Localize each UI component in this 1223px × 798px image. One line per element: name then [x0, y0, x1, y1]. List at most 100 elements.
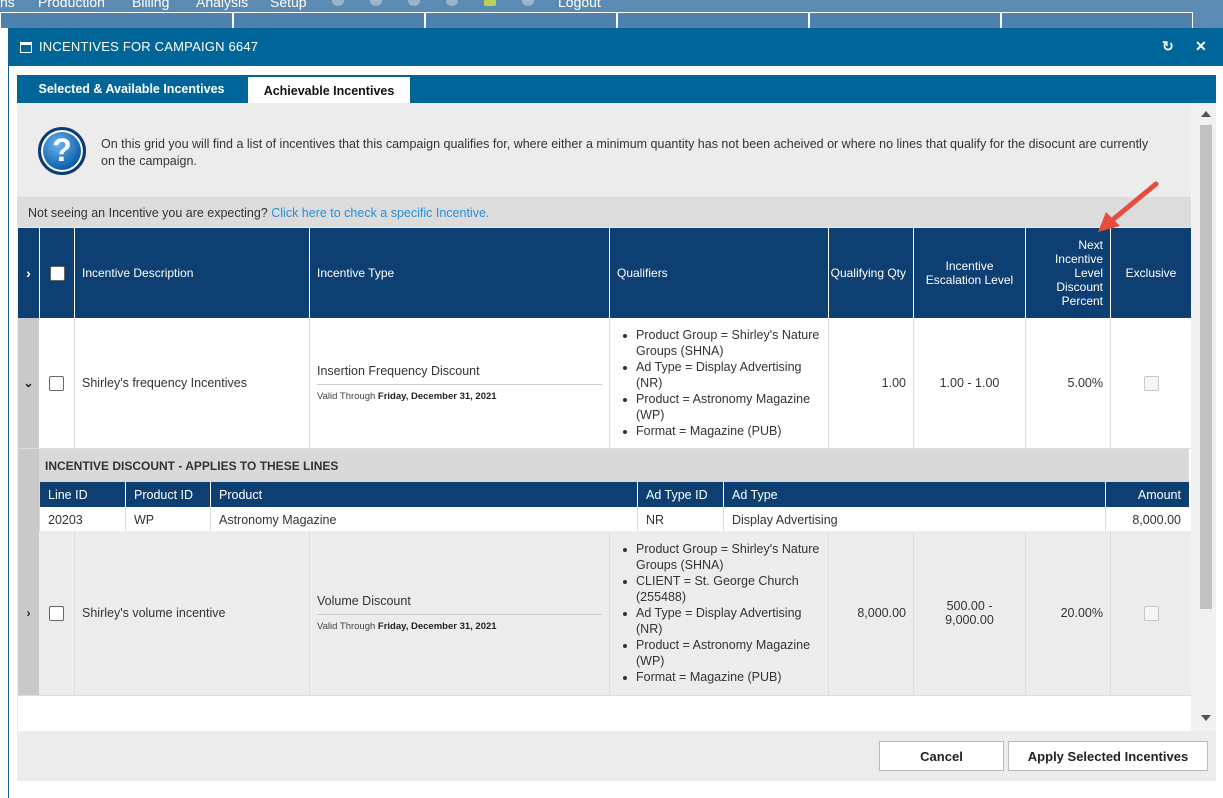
incentive-type-cell: Volume Discount Valid Through Friday, De…	[309, 531, 609, 695]
notes-icon[interactable]	[484, 0, 496, 6]
header-escalation-level[interactable]: Incentive Escalation Level	[913, 228, 1025, 318]
qualifier-item: Format = Magazine (PUB)	[616, 423, 828, 439]
expand-row-icon[interactable]: ›	[18, 531, 39, 695]
qualifiers-cell: Product Group = Shirley's Nature Groups …	[609, 531, 828, 695]
vertical-scrollbar[interactable]	[1191, 103, 1216, 731]
dialog-title: INCENTIVES FOR CAMPAIGN 6647	[39, 39, 259, 54]
qualifiers-cell: Product Group = Shirley's Nature Groups …	[609, 318, 828, 448]
nav-item-billing[interactable]: Billing	[132, 0, 169, 10]
nav-cell	[0, 12, 233, 28]
header-exclusive[interactable]: Exclusive	[1110, 228, 1191, 318]
app-icon[interactable]	[408, 0, 420, 6]
qualifier-item: Product = Astronomy Magazine (WP)	[616, 391, 828, 423]
qualifier-item: Format = Magazine (PUB)	[616, 669, 828, 685]
nav-cell	[1001, 12, 1193, 28]
chat-icon[interactable]	[446, 0, 458, 6]
valid-through-date: Friday, December 31, 2021	[377, 621, 497, 632]
line-id: 20203	[48, 513, 83, 527]
next-discount: 5.00%	[1025, 318, 1110, 448]
next-discount: 20.00%	[1025, 531, 1110, 695]
qualifier-item: Product Group = Shirley's Nature Groups …	[616, 541, 828, 573]
header-description[interactable]: Incentive Description	[74, 228, 309, 318]
incentive-type-cell: Insertion Frequency Discount Valid Throu…	[309, 318, 609, 448]
incentives-grid: › Incentive Description Incentive Type Q…	[18, 228, 1191, 731]
sub-header-ad-type-id[interactable]: Ad Type ID	[637, 482, 723, 507]
sub-header-product[interactable]: Product	[210, 482, 637, 507]
applies-to-lines-panel: INCENTIVE DISCOUNT - APPLIES TO THESE LI…	[39, 449, 1189, 532]
gear-icon[interactable]	[332, 0, 344, 6]
table-row[interactable]: ⌄ Shirley's frequency Incentives Inserti…	[18, 318, 1191, 449]
sub-header-ad-type[interactable]: Ad Type	[723, 482, 1105, 507]
nav-item-logout[interactable]: Logout	[558, 0, 601, 10]
help-icon[interactable]	[370, 0, 382, 6]
qualifier-item: Product Group = Shirley's Nature Groups …	[616, 327, 828, 359]
escalation-level: 1.00 - 1.00	[913, 318, 1025, 448]
qualifier-item: Ad Type = Display Advertising (NR)	[616, 605, 828, 637]
select-all-cell	[39, 228, 74, 318]
amount: 8,000.00	[1105, 507, 1189, 532]
sub-grid-header: Line ID Product ID Product Ad Type ID Ad…	[40, 482, 1189, 507]
header-qualifying-qty[interactable]: Qualifying Qty	[828, 228, 913, 318]
refresh-icon[interactable]: ↻	[1162, 38, 1174, 55]
header-type[interactable]: Incentive Type	[309, 228, 609, 318]
qualifying-qty: 8,000.00	[828, 531, 913, 695]
qualifier-item: CLIENT = St. George Church (255488)	[616, 573, 828, 605]
exclusive-cell	[1110, 531, 1191, 695]
valid-through-label: Valid Through	[317, 391, 376, 402]
row-select-cell	[39, 531, 74, 695]
incentive-type: Insertion Frequency Discount	[317, 364, 602, 385]
collapse-row-icon[interactable]: ⌄	[18, 318, 39, 448]
sub-header-amount[interactable]: Amount	[1105, 482, 1189, 507]
apply-selected-incentives-button[interactable]: Apply Selected Incentives	[1008, 741, 1208, 771]
escalation-level: 500.00 - 9,000.00	[913, 531, 1025, 695]
incentive-description: Shirley's volume incentive	[74, 531, 309, 695]
window-icon	[20, 42, 32, 53]
tab-selected-available[interactable]: Selected & Available Incentives	[17, 75, 246, 103]
row-checkbox[interactable]	[49, 375, 64, 391]
nav-cell	[617, 12, 809, 28]
not-seeing-text: Not seeing an Incentive you are expectin…	[28, 206, 268, 220]
nav-cell	[425, 12, 617, 28]
dialog-footer: Cancel Apply Selected Incentives	[17, 731, 1216, 781]
nav-cell	[809, 12, 1001, 28]
row-select-cell	[39, 318, 74, 448]
nav-item-analysis[interactable]: Analysis	[196, 0, 248, 10]
select-all-checkbox[interactable]	[49, 265, 65, 281]
annotation-arrow-icon	[1098, 181, 1159, 232]
grid-header-row: › Incentive Description Incentive Type Q…	[18, 228, 1191, 318]
sub-grid-gutter	[18, 449, 39, 531]
top-navigation-bar: ns Production Billing Analysis Setup Log…	[0, 0, 1223, 28]
close-icon[interactable]: ✕	[1195, 38, 1207, 55]
scroll-down-icon[interactable]	[1201, 715, 1211, 721]
scroll-thumb[interactable]	[1200, 125, 1212, 609]
row-checkbox[interactable]	[49, 605, 64, 621]
sub-grid-title: INCENTIVE DISCOUNT - APPLIES TO THESE LI…	[45, 459, 339, 473]
cancel-button[interactable]: Cancel	[879, 741, 1004, 771]
tab-achievable[interactable]: Achievable Incentives	[248, 77, 410, 103]
sub-header-product-id[interactable]: Product ID	[125, 482, 210, 507]
product-id: WP	[125, 507, 210, 532]
nav-item[interactable]: ns	[0, 0, 15, 10]
scroll-up-icon[interactable]	[1201, 111, 1211, 117]
sub-header-line-id[interactable]: Line ID	[40, 482, 125, 507]
qualifier-item: Product = Astronomy Magazine (WP)	[616, 637, 828, 669]
ad-type: Display Advertising	[723, 507, 1105, 532]
tab-strip: Selected & Available Incentives Achievab…	[17, 75, 1216, 103]
header-qualifiers[interactable]: Qualifiers	[609, 228, 828, 318]
expand-all-icon[interactable]: ›	[18, 228, 39, 318]
info-icon[interactable]	[522, 0, 534, 6]
product: Astronomy Magazine	[210, 507, 637, 532]
check-incentive-link[interactable]: Click here to check a specific Incentive…	[271, 206, 489, 220]
info-text: On this grid you will find a list of inc…	[101, 137, 1149, 168]
ad-type-id: NR	[637, 507, 723, 532]
tab-content: ? On this grid you will find a list of i…	[17, 103, 1216, 731]
nav-item-production[interactable]: Production	[38, 0, 105, 10]
nav-cell	[233, 12, 425, 28]
valid-through-date: Friday, December 31, 2021	[377, 391, 497, 402]
qualifier-item: Ad Type = Display Advertising (NR)	[616, 359, 828, 391]
info-panel: ? On this grid you will find a list of i…	[17, 103, 1191, 197]
header-next-discount[interactable]: Next Incentive Level Discount Percent	[1025, 228, 1110, 318]
table-row[interactable]: › Shirley's volume incentive Volume Disc…	[18, 531, 1191, 696]
exclusive-cell	[1110, 318, 1191, 448]
nav-item-setup[interactable]: Setup	[270, 0, 307, 10]
